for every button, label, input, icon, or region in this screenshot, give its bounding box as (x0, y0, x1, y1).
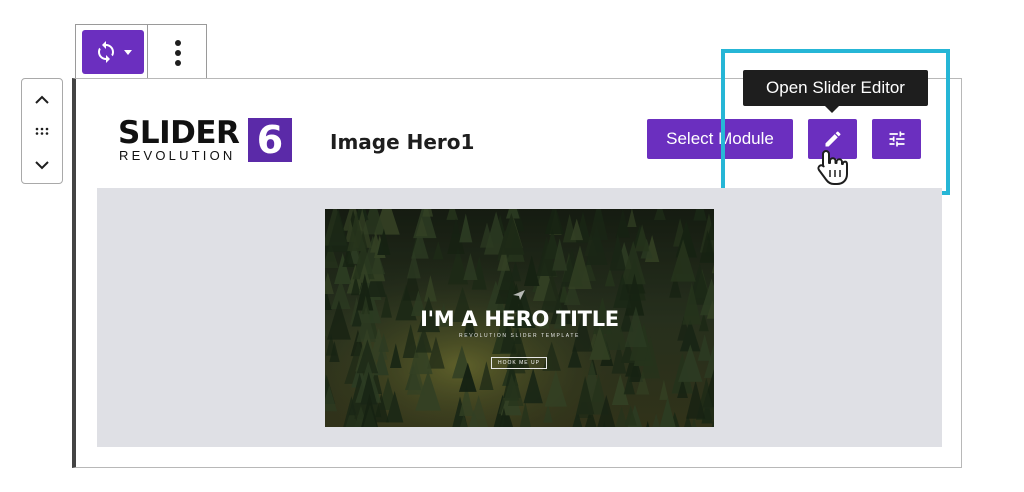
logo-word: SLIDER (118, 115, 240, 151)
chevron-up-icon (35, 95, 49, 104)
hero-subtitle: REVOLUTION SLIDER TEMPLATE (459, 333, 580, 339)
sync-icon (98, 41, 114, 63)
hero-title: I'M A HERO TITLE (420, 307, 619, 331)
block-toolbar (75, 24, 207, 80)
move-up-button[interactable] (22, 85, 62, 113)
vertical-ellipsis-icon (174, 39, 181, 66)
tooltip: Open Slider Editor (743, 70, 928, 106)
hand-pointer-cursor-icon (817, 150, 848, 185)
tooltip-arrow (824, 105, 840, 113)
caret-down-icon (124, 49, 132, 55)
drag-handle[interactable] (22, 117, 62, 145)
block-mover (21, 78, 63, 184)
paper-plane-icon (513, 290, 525, 300)
drag-handle-icon (35, 127, 49, 135)
hero-button: HOOK ME UP (491, 357, 547, 369)
move-down-button[interactable] (22, 151, 62, 179)
logo-subword: REVOLUTION (119, 148, 236, 163)
block-transform-button[interactable] (82, 30, 144, 74)
slider-name: Image Hero1 (330, 130, 475, 154)
more-options-button[interactable] (148, 25, 207, 80)
hero-slide-preview: I'M A HERO TITLE REVOLUTION SLIDER TEMPL… (325, 209, 714, 427)
chevron-down-icon (35, 160, 49, 169)
logo-version-badge: 6 (248, 118, 292, 162)
